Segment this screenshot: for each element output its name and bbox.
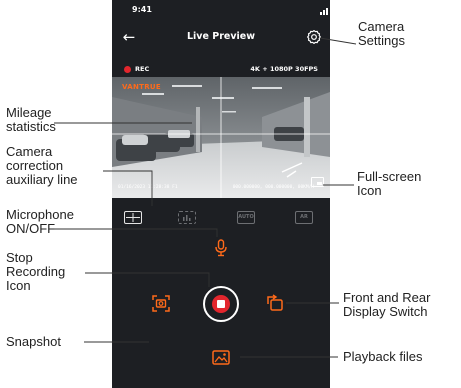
- callout-front-rear-switch: Front and Rear Display Switch: [343, 291, 430, 319]
- callout-text: Stop: [6, 250, 33, 265]
- callout-correction-line: Camera correction auxiliary line: [6, 145, 78, 187]
- callout-playback: Playback files: [343, 350, 422, 364]
- callout-text: Full-screen: [357, 169, 422, 184]
- callout-text: Camera: [6, 144, 53, 159]
- callout-text: statistics: [6, 119, 56, 134]
- callout-text: Front and Rear: [343, 290, 431, 305]
- callout-text: Settings: [358, 33, 405, 48]
- callout-full-screen: Full-screen Icon: [357, 170, 421, 198]
- callout-mileage: Mileage statistics: [6, 106, 56, 134]
- callout-snapshot: Snapshot: [6, 335, 61, 349]
- callout-text: Display Switch: [343, 304, 428, 319]
- callout-text: Recording: [6, 264, 66, 279]
- callout-text: ON/OFF: [6, 221, 56, 236]
- callout-stop-recording: Stop Recording Icon: [6, 251, 65, 293]
- callout-text: Icon: [6, 278, 31, 293]
- callout-text: Microphone: [6, 207, 74, 222]
- callout-text: Playback files: [343, 349, 423, 364]
- callout-text: Snapshot: [6, 334, 61, 349]
- callout-camera-settings: Camera Settings: [358, 20, 405, 48]
- callout-text: correction: [6, 158, 64, 173]
- callout-microphone: Microphone ON/OFF: [6, 208, 74, 236]
- callout-text: Mileage: [6, 105, 52, 120]
- callout-text: Icon: [357, 183, 382, 198]
- callout-text: auxiliary line: [6, 172, 78, 187]
- callout-text: Camera: [358, 19, 405, 34]
